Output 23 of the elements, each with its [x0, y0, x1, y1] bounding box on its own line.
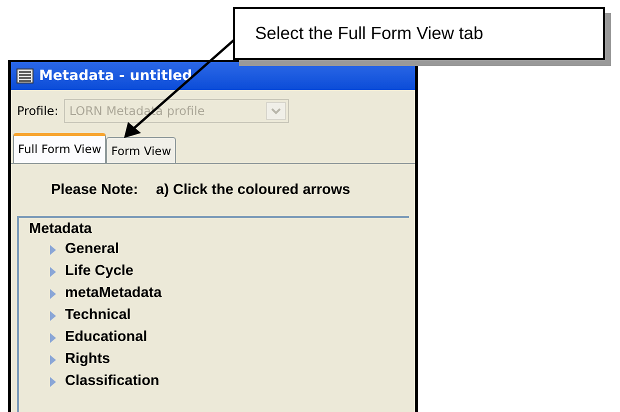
expand-arrow-icon[interactable]	[49, 332, 57, 344]
profile-label: Profile:	[17, 103, 58, 120]
note-text: a) Click the coloured arrows	[156, 181, 350, 200]
tree-item[interactable]: Rights	[65, 348, 110, 371]
expand-arrow-icon[interactable]	[49, 376, 57, 388]
expand-arrow-icon[interactable]	[49, 244, 57, 256]
window-title: Metadata - untitled	[39, 66, 192, 86]
tree-root-label: Metadata	[29, 220, 93, 239]
expand-arrow-icon[interactable]	[49, 266, 57, 278]
tree-item[interactable]: Classification	[65, 370, 160, 393]
tab[interactable]: Form View	[106, 137, 176, 163]
tab[interactable]: Full Form View	[13, 133, 106, 163]
tree-item[interactable]: Life Cycle	[65, 260, 134, 283]
expand-arrow-icon[interactable]	[49, 354, 57, 366]
note-label: Please Note:	[51, 181, 138, 200]
tree-item[interactable]: General	[65, 238, 119, 261]
list-icon	[16, 68, 34, 84]
tree-item[interactable]: Educational	[65, 326, 148, 349]
chevron-down-icon	[266, 102, 286, 120]
tree-item[interactable]: metaMetadata	[65, 282, 162, 305]
tree-item[interactable]: Technical	[65, 304, 131, 327]
expand-arrow-icon[interactable]	[49, 310, 57, 322]
expand-arrow-icon[interactable]	[49, 288, 57, 300]
